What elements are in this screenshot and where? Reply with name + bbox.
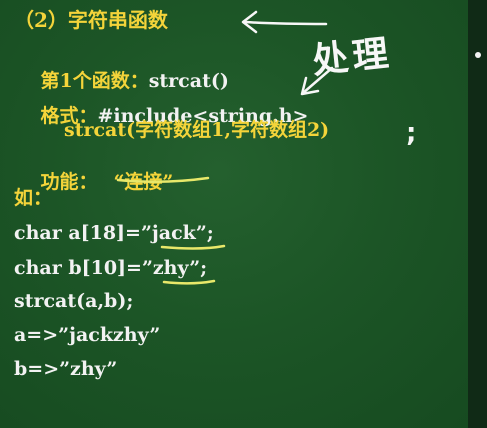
lecture-slide: （2）字符串函数 第1个函数：strcat() 格式：#include<stri… bbox=[0, 0, 487, 428]
handwritten-semicolon: ; bbox=[406, 118, 417, 148]
section-title: （2）字符串函数 bbox=[14, 8, 168, 32]
code-line-4: a=>”jackzhy” bbox=[14, 324, 161, 346]
example-label: 如： bbox=[14, 187, 53, 209]
code-line-2: char b[10]=”zhy”; bbox=[14, 257, 208, 279]
code-line-1: char a[18]=”jack”; bbox=[14, 222, 214, 244]
frame-edge bbox=[468, 0, 487, 428]
edge-dot bbox=[475, 52, 481, 58]
format-call: strcat(字符数组1,字符数组2) bbox=[64, 119, 330, 141]
code-line-3: strcat(a,b); bbox=[14, 290, 134, 312]
code-line-5: b=>”zhy” bbox=[14, 358, 118, 380]
purpose-value: “连接” bbox=[113, 171, 174, 193]
handwritten-word: 处理 bbox=[310, 32, 395, 83]
